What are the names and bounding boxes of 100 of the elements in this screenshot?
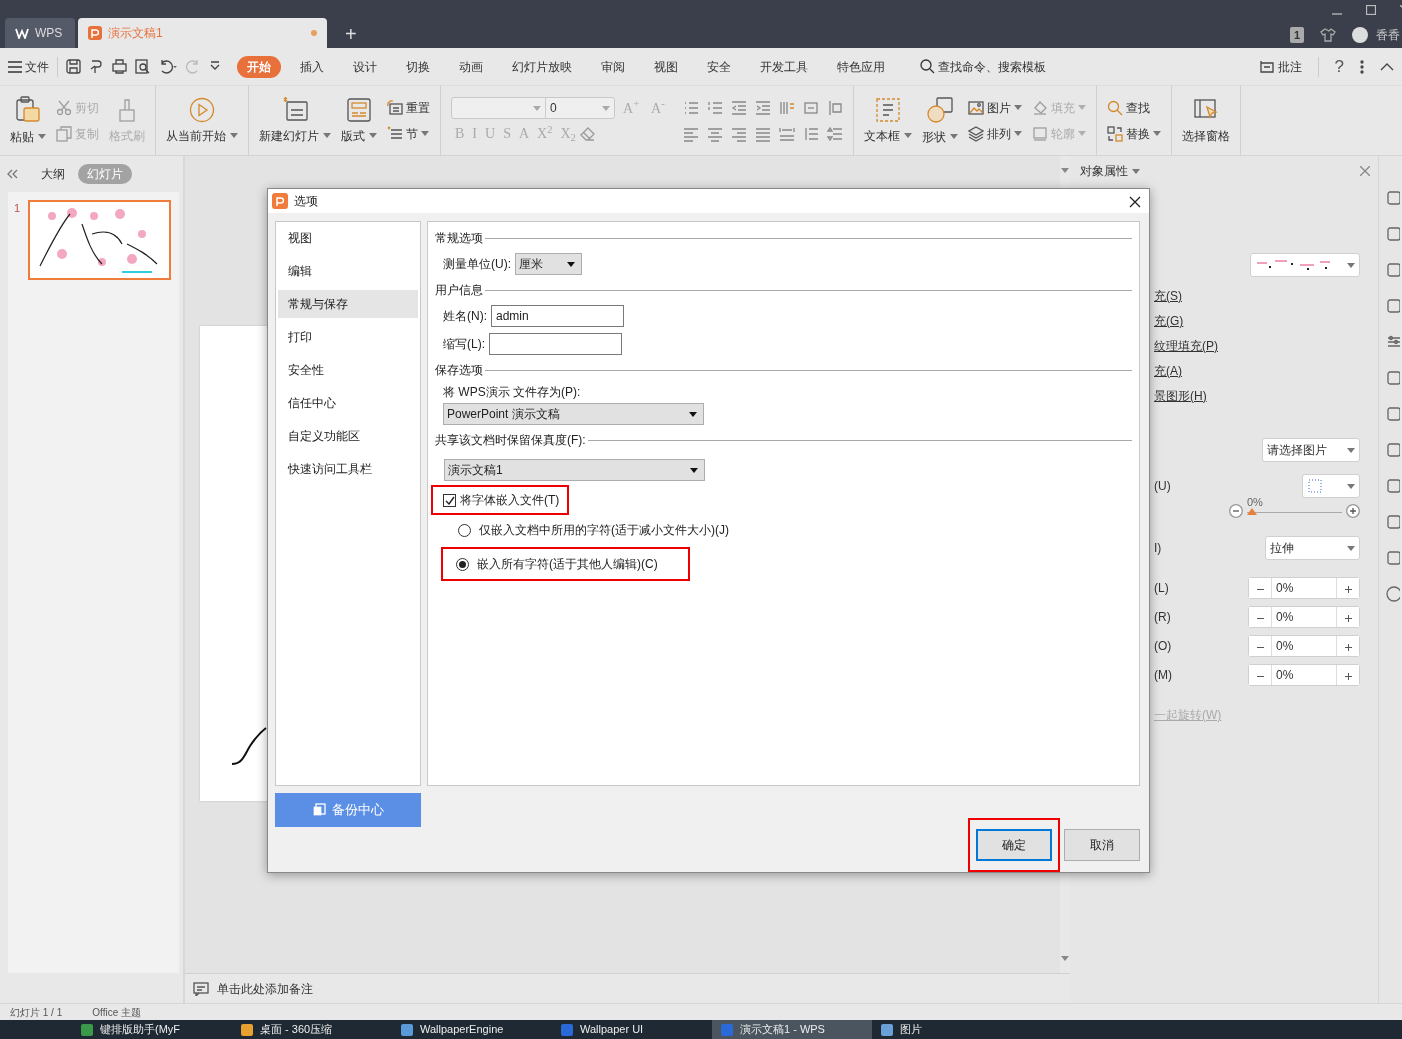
fill-option-label[interactable]: 景图形(H): [1154, 387, 1207, 406]
settings-nav-item[interactable]: 安全性: [278, 356, 418, 384]
settings-nav-item[interactable]: 信任中心: [278, 389, 418, 417]
distribute-icon[interactable]: [778, 125, 795, 142]
menu-tab[interactable]: 特色应用: [827, 55, 895, 78]
menu-tab[interactable]: 动画: [449, 55, 493, 78]
settings-nav-item[interactable]: 打印: [278, 323, 418, 351]
offset-spinner[interactable]: 0%: [1248, 606, 1360, 628]
menu-tab[interactable]: 视图: [644, 55, 688, 78]
bullet-list-icon[interactable]: [682, 99, 699, 116]
fill-option-label[interactable]: 充(S): [1154, 287, 1182, 306]
line-spacing-icon[interactable]: [802, 125, 819, 142]
align-left-icon[interactable]: [682, 125, 699, 142]
taskbar-item[interactable]: 键排版助手(MyF: [72, 1020, 232, 1039]
print-icon[interactable]: [112, 59, 127, 74]
menu-tab[interactable]: 开发工具: [750, 55, 818, 78]
arrange-button[interactable]: 排列: [967, 122, 1022, 145]
taskbar-item[interactable]: 图片: [872, 1020, 1032, 1039]
file-menu[interactable]: 文件: [8, 55, 49, 78]
pattern-dropdown[interactable]: [1302, 474, 1360, 498]
shape-button[interactable]: 形状: [921, 95, 958, 146]
taskbar-item[interactable]: 演示文稿1 - WPS: [712, 1020, 872, 1039]
help-button[interactable]: ?: [1334, 55, 1344, 78]
slide-thumbnail[interactable]: [28, 200, 172, 280]
collapse-pane-icon[interactable]: [6, 169, 18, 179]
numbered-list-icon[interactable]: [706, 99, 723, 116]
menu-tab[interactable]: 安全: [697, 55, 741, 78]
document-tab[interactable]: WPS: [5, 18, 75, 48]
offset-spinner[interactable]: 0%: [1248, 664, 1360, 686]
menu-tab[interactable]: 审阅: [591, 55, 635, 78]
initials-field[interactable]: [489, 333, 622, 355]
maximize-icon[interactable]: [1366, 5, 1376, 15]
menu-tab[interactable]: 插入: [290, 55, 334, 78]
text-align-icon[interactable]: [802, 99, 819, 116]
shirt-icon[interactable]: [1320, 28, 1336, 42]
new-slide-button[interactable]: 新建幻灯片: [259, 96, 331, 145]
section-button[interactable]: 节: [387, 122, 430, 145]
collapse-icon[interactable]: [1380, 62, 1394, 71]
close-icon[interactable]: [1129, 195, 1141, 208]
radio-button[interactable]: [458, 523, 471, 537]
export-icon[interactable]: [89, 59, 104, 74]
offset-spinner[interactable]: 0%: [1248, 635, 1360, 657]
eraser-icon[interactable]: [579, 126, 596, 141]
avatar-icon[interactable]: [1352, 27, 1368, 43]
offset-spinner[interactable]: 0%: [1248, 577, 1360, 599]
slider-thumb[interactable]: [1247, 508, 1257, 515]
paste-button[interactable]: 粘贴: [10, 95, 46, 146]
name-field[interactable]: admin: [491, 305, 624, 327]
minus-icon[interactable]: [1229, 504, 1243, 518]
search-command-field[interactable]: 查找命令、搜索模板: [920, 55, 1046, 78]
settings-nav-item[interactable]: 自定义功能区: [278, 422, 418, 450]
layout-button[interactable]: 版式: [341, 96, 377, 145]
taskbar-item[interactable]: 桌面 - 360压缩: [232, 1020, 392, 1039]
radio-button[interactable]: [456, 557, 469, 571]
menu-tab[interactable]: 切换: [396, 55, 440, 78]
settings-nav-item[interactable]: 快速访问工具栏: [278, 455, 418, 483]
align-right-icon[interactable]: [730, 125, 747, 142]
notification-badge[interactable]: 1: [1289, 26, 1304, 44]
textbox-button[interactable]: 文本框: [863, 96, 912, 145]
sliders-icon[interactable]: [1386, 334, 1400, 350]
align-icon[interactable]: [826, 99, 843, 116]
fill-option-label[interactable]: 纹理填充(P): [1154, 337, 1218, 356]
taskbar-item[interactable]: Wallpaper UI: [552, 1020, 712, 1039]
settings-nav-item[interactable]: 常规与保存: [278, 290, 418, 318]
print-preview-icon[interactable]: [135, 59, 150, 74]
save-icon[interactable]: [66, 59, 81, 74]
checkbox-label[interactable]: 将字体嵌入文件(T): [460, 491, 560, 509]
user-name[interactable]: 香香: [1376, 26, 1400, 44]
align-center-icon[interactable]: [706, 125, 723, 142]
comment-button[interactable]: 批注: [1258, 55, 1302, 78]
picture-button[interactable]: 图片: [967, 96, 1022, 119]
panel-title[interactable]: 对象属性: [1080, 162, 1140, 180]
taskbar-item[interactable]: WallpaperEngine: [392, 1020, 552, 1039]
indent-icon[interactable]: [754, 99, 771, 116]
file-format-dropdown[interactable]: PowerPoint 演示文稿: [443, 403, 704, 425]
reset-button[interactable]: 重置: [387, 96, 430, 119]
dialog-button[interactable]: 取消: [1064, 829, 1140, 861]
undo-icon[interactable]: [158, 59, 178, 74]
plus-icon[interactable]: [1346, 504, 1360, 518]
new-tab-button[interactable]: +: [341, 24, 361, 44]
fill-option-label[interactable]: 充(A): [1154, 362, 1182, 381]
fill-option-label[interactable]: 充(G): [1154, 312, 1184, 331]
play-button[interactable]: 从当前开始: [166, 96, 238, 145]
checkbox[interactable]: [443, 493, 456, 507]
indent-icon[interactable]: [730, 99, 747, 116]
settings-nav-item[interactable]: 视图: [278, 224, 418, 252]
more-icon[interactable]: [1360, 59, 1364, 74]
justify-icon[interactable]: [754, 125, 771, 142]
pane-tab[interactable]: 大纲: [32, 164, 74, 184]
find-button[interactable]: 查找: [1106, 96, 1161, 119]
stretch-dropdown[interactable]: 拉伸: [1265, 536, 1360, 560]
texture-dropdown[interactable]: [1250, 253, 1360, 277]
dialog-button[interactable]: 确定: [976, 829, 1052, 861]
settings-nav-item[interactable]: 编辑: [278, 257, 418, 285]
text-direction-icon[interactable]: [778, 99, 795, 116]
picture-dropdown[interactable]: 请选择图片: [1262, 438, 1360, 462]
menu-tab[interactable]: 设计: [343, 55, 387, 78]
document-dropdown[interactable]: 演示文稿1: [444, 459, 705, 481]
menu-tab[interactable]: 幻灯片放映: [502, 55, 582, 78]
unit-dropdown[interactable]: 厘米: [515, 253, 582, 275]
